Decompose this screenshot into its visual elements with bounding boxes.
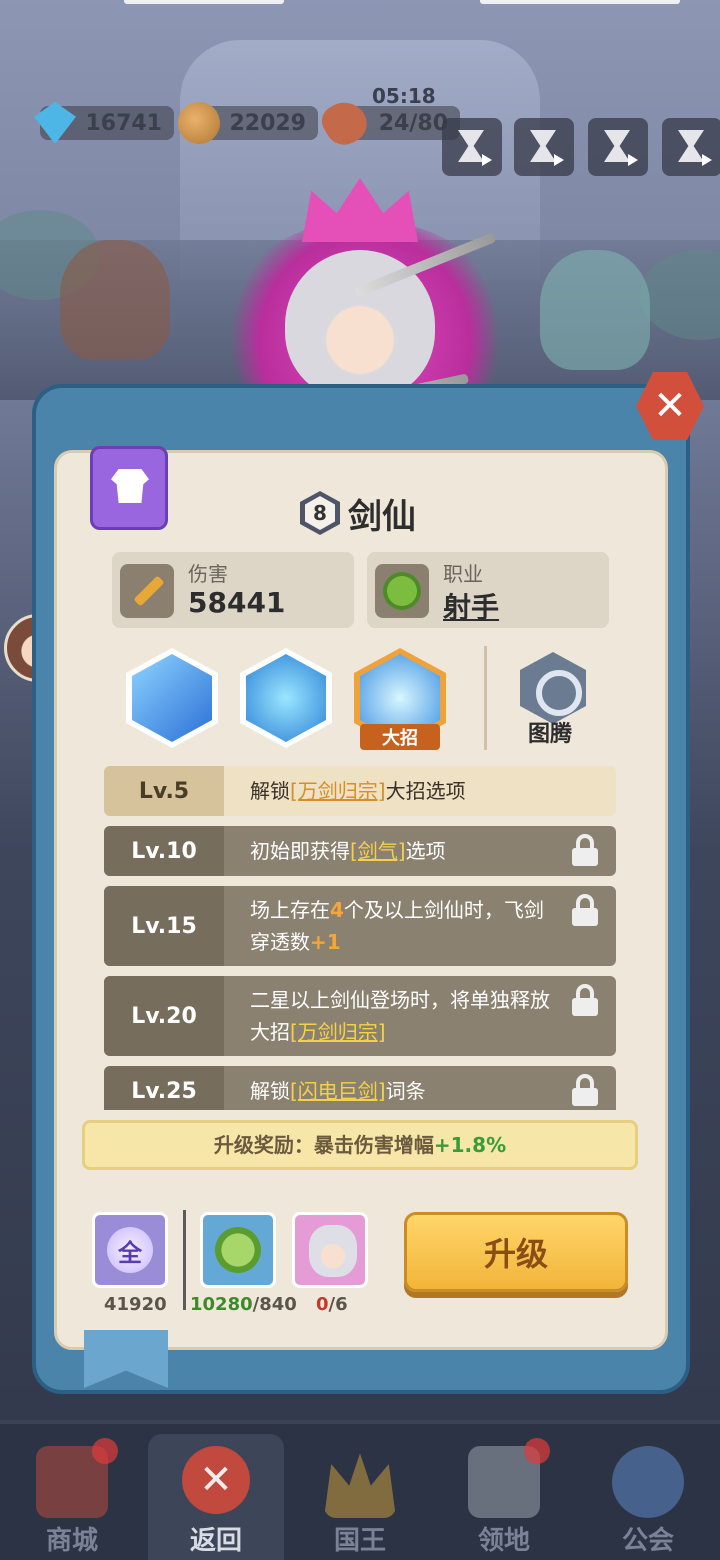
- level-row-25: Lv.25 解锁[闪电巨剑]词条: [104, 1066, 616, 1110]
- speedup-ad-button-4[interactable]: [662, 118, 720, 176]
- cost-divider: [183, 1210, 186, 1310]
- upgrade-button[interactable]: 升级: [404, 1212, 628, 1292]
- lock-icon: [570, 834, 600, 866]
- stamina-value: 24/80: [378, 110, 448, 136]
- upgrade-reward-banner: 升级奖励：暴击伤害增幅+1.8%: [82, 1120, 638, 1170]
- play-icon: [702, 154, 712, 166]
- speedup-ad-button-1[interactable]: [442, 118, 502, 176]
- nav-territory[interactable]: 领地: [432, 1424, 576, 1560]
- archer-shard-count: 10280/840: [190, 1294, 297, 1315]
- planet-icon: [612, 1446, 684, 1518]
- reward-label: 升级奖励：暴击伤害增幅: [213, 1133, 434, 1157]
- nav-guild[interactable]: 公会: [576, 1424, 720, 1560]
- play-icon: [482, 154, 492, 166]
- coin-icon: [178, 102, 220, 144]
- stamina-timer: 05:18: [372, 84, 436, 108]
- notification-dot: [524, 1438, 550, 1464]
- lock-icon: [570, 894, 600, 926]
- hero-shard-cost[interactable]: [292, 1212, 368, 1288]
- universal-shard-cost[interactable]: 全: [92, 1212, 168, 1288]
- hourglass-icon: [458, 130, 484, 162]
- job-value[interactable]: 射手: [443, 586, 499, 626]
- hero-shard-count: 0/6: [316, 1294, 348, 1315]
- hero-shard-icon: [309, 1225, 357, 1277]
- hourglass-icon: [604, 130, 630, 162]
- speedup-ad-button-2[interactable]: [514, 118, 574, 176]
- crown-icon: [324, 1453, 396, 1518]
- job-stat[interactable]: 职业 射手: [367, 552, 609, 628]
- archer-icon: [375, 564, 429, 618]
- status-bar: [0, 0, 720, 8]
- level-row-20: Lv.20 二星以上剑仙登场时，将单独释放大招[万剑归宗]: [104, 976, 616, 1056]
- stamina-counter[interactable]: 05:18 24/80: [316, 84, 460, 152]
- sword-icon: [120, 564, 174, 618]
- hero-title: 8 剑仙: [300, 490, 416, 537]
- close-icon: ✕: [182, 1446, 250, 1514]
- divider: [484, 646, 487, 750]
- damage-value: 58441: [188, 586, 286, 619]
- play-icon: [628, 154, 638, 166]
- hourglass-icon: [678, 130, 704, 162]
- play-icon: [554, 154, 564, 166]
- archer-shard-cost[interactable]: [200, 1212, 276, 1288]
- ally-character-left: [60, 240, 170, 360]
- gem-value: 16741: [85, 110, 162, 136]
- coin-value: 22029: [229, 110, 306, 136]
- lock-icon: [570, 1074, 600, 1106]
- hero-level-badge: 8: [300, 491, 340, 535]
- damage-label: 伤害: [188, 562, 228, 586]
- hero-name: 剑仙: [348, 496, 416, 537]
- shirt-icon: [111, 469, 149, 503]
- totem-label: 图腾: [528, 722, 573, 747]
- ultimate-tag: 大招: [360, 724, 440, 750]
- bottom-navigation: 商城 ✕ 返回 国王 领地 公会: [0, 1424, 720, 1560]
- sword-skill-icon: [132, 654, 212, 742]
- level-row-15: Lv.15 场上存在4个及以上剑仙时，飞剑穿透数+1: [104, 886, 616, 966]
- level-row-10: Lv.10 初始即获得[剑气]选项: [104, 826, 616, 876]
- level-row-5: Lv.5 解锁[万剑归宗]大招选项: [104, 766, 616, 816]
- skin-badge[interactable]: [90, 446, 168, 530]
- job-label: 职业: [443, 562, 483, 586]
- speedup-ad-button-3[interactable]: [588, 118, 648, 176]
- universal-shard-count: 41920: [104, 1294, 167, 1315]
- universal-shard-icon: 全: [107, 1227, 153, 1273]
- level-unlock-list[interactable]: Lv.5 解锁[万剑归宗]大招选项 Lv.10 初始即获得[剑气]选项 Lv.1…: [104, 766, 616, 1110]
- notification-dot: [92, 1438, 118, 1464]
- reward-value: +1.8%: [433, 1133, 507, 1157]
- close-icon: ✕: [653, 383, 687, 429]
- gem-counter[interactable]: 16741: [34, 102, 174, 144]
- hourglass-icon: [530, 130, 556, 162]
- damage-stat: 伤害 58441: [112, 552, 354, 628]
- ally-character-right: [540, 250, 650, 370]
- lock-icon: [570, 984, 600, 1016]
- ice-skill-icon: [246, 654, 326, 742]
- nav-back[interactable]: ✕ 返回: [148, 1434, 284, 1560]
- coin-counter[interactable]: 22029: [178, 102, 318, 144]
- archer-icon: [215, 1227, 261, 1273]
- nav-shop[interactable]: 商城: [0, 1424, 144, 1560]
- nav-king[interactable]: 国王: [288, 1424, 432, 1560]
